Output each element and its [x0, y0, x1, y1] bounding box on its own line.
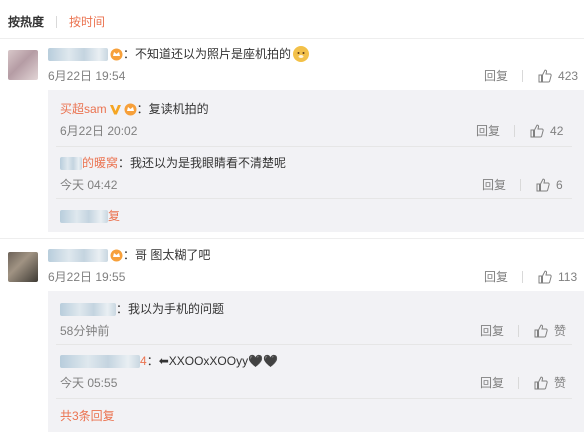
reply-actions: 回复 42 — [476, 123, 563, 139]
reply-button[interactable]: 回复 — [476, 123, 500, 139]
reply-button[interactable]: 回复 — [480, 375, 504, 391]
reply-time: 今天 04:42 — [60, 178, 118, 192]
reply-line: 4 ：⬅XXOOxXOOyy🖤🖤 — [60, 353, 278, 369]
member-crown-icon — [110, 249, 123, 262]
action-divider — [522, 271, 524, 283]
divider — [0, 238, 584, 239]
member-crown-icon — [124, 103, 137, 116]
reply-button[interactable]: 回复 — [484, 269, 508, 285]
action-divider — [520, 179, 522, 191]
avatar[interactable] — [8, 50, 38, 80]
action-divider — [518, 325, 520, 337]
like-count: 42 — [550, 124, 564, 138]
reply-text: ：复读机拍的 — [136, 102, 209, 116]
username-blurred[interactable] — [48, 248, 108, 262]
sort-divider — [56, 16, 58, 28]
reply-actions: 回复 6 — [482, 177, 563, 193]
username-blurred[interactable] — [60, 156, 82, 170]
reply-button[interactable]: 回复 — [480, 323, 504, 339]
like-count: 113 — [558, 270, 578, 284]
reply-line: ：我以为手机的问题 — [60, 301, 224, 317]
view-more-suffix[interactable]: 复 — [108, 208, 120, 224]
comment-time: 6月22日 19:54 — [48, 69, 126, 83]
like-label: 赞 — [554, 324, 567, 338]
action-divider — [518, 377, 520, 389]
username-blurred[interactable] — [60, 354, 140, 368]
like-button[interactable]: 42 — [530, 123, 563, 139]
comment-time: 6月22日 19:55 — [48, 270, 126, 284]
sort-by-time-tab[interactable]: 按时间 — [69, 14, 105, 30]
reply-time: 6月22日 20:02 — [60, 124, 138, 138]
like-label: 赞 — [554, 376, 567, 390]
member-crown-icon — [110, 48, 123, 61]
thumbs-up-icon — [538, 69, 552, 83]
reply-text: ：我还以为是我眼睛看不清楚呢 — [118, 156, 287, 170]
like-button[interactable]: 113 — [538, 269, 577, 285]
divider — [56, 146, 572, 147]
divider — [0, 38, 584, 39]
comment-actions: 回复 423 — [484, 68, 578, 84]
divider — [56, 344, 572, 345]
thumbs-up-icon — [530, 124, 544, 138]
comment-line: ：哥 图太糊了吧 — [48, 247, 210, 263]
like-count: 6 — [556, 178, 563, 192]
reply-text: ：⬅XXOOxXOOyy🖤🖤 — [146, 354, 278, 368]
username-blurred[interactable] — [48, 47, 108, 61]
reply-line: 的暖窝 ：我还以为是我眼睛看不清楚呢 — [60, 155, 286, 171]
view-all-replies-link[interactable]: 共3条回复 — [60, 408, 115, 424]
view-more-replies-link[interactable]: 复 — [60, 208, 120, 224]
reply-button[interactable]: 回复 — [484, 68, 508, 84]
comment-text: ：哥 图太糊了吧 — [123, 248, 211, 262]
doge-emoji-icon — [293, 46, 310, 62]
reply-line: 买超sam ：复读机拍的 — [60, 101, 209, 117]
reply-time: 58分钟前 — [60, 324, 110, 338]
like-button[interactable]: 6 — [536, 177, 563, 193]
view-more-replies-link[interactable]: 共3条回复 — [60, 408, 115, 424]
divider — [56, 198, 572, 199]
thumbs-up-icon — [534, 376, 548, 390]
action-divider — [522, 70, 524, 82]
sort-by-hot-tab[interactable]: 按热度 — [8, 14, 44, 30]
thumbs-up-icon — [534, 324, 548, 338]
like-button[interactable]: 赞 — [534, 323, 566, 339]
blurred-text — [60, 209, 108, 223]
comment-actions: 回复 113 — [484, 269, 577, 285]
reply-actions: 回复 赞 — [480, 323, 566, 339]
username-blurred[interactable] — [60, 302, 116, 316]
sort-bar: 按热度 按时间 — [8, 14, 105, 30]
like-button[interactable]: 423 — [538, 68, 578, 84]
reply-button[interactable]: 回复 — [482, 177, 506, 193]
comment-line: ：不知道还以为照片是座机拍的 — [48, 46, 310, 62]
reply-username-suffix[interactable]: 的暖窝 — [82, 155, 118, 171]
thumbs-up-icon — [536, 178, 550, 192]
avatar[interactable] — [8, 252, 38, 282]
like-count: 423 — [558, 69, 579, 83]
reply-username[interactable]: 买超sam — [60, 101, 107, 117]
like-button[interactable]: 赞 — [534, 375, 566, 391]
comment-text: ：不知道还以为照片是座机拍的 — [123, 47, 292, 61]
reply-text: ：我以为手机的问题 — [116, 302, 225, 316]
action-divider — [514, 125, 516, 137]
vip-v-icon — [109, 103, 122, 116]
thumbs-up-icon — [538, 270, 552, 284]
reply-username-suffix[interactable]: 4 — [140, 353, 147, 369]
reply-actions: 回复 赞 — [480, 375, 566, 391]
divider — [56, 398, 572, 399]
reply-time: 今天 05:55 — [60, 376, 118, 390]
